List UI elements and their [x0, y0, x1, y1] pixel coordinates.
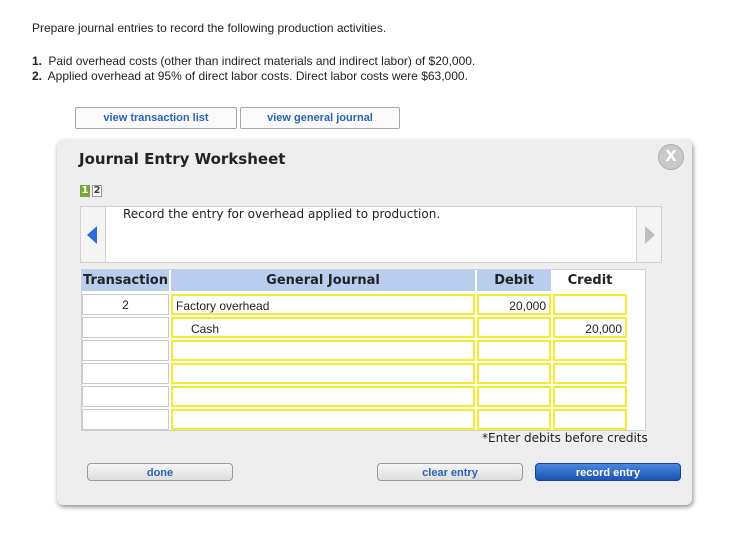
prev-entry-button[interactable]: [80, 206, 106, 263]
step-1-tab[interactable]: 1: [80, 185, 90, 197]
debits-note: *Enter debits before credits: [482, 431, 648, 445]
credit-input[interactable]: [553, 409, 627, 430]
transaction-cell: [82, 363, 169, 384]
instructions-list: 1. Paid overhead costs (other than indir…: [32, 54, 475, 84]
left-arrow-icon: [87, 226, 97, 244]
account-input[interactable]: [171, 363, 475, 384]
list-item: 1. Paid overhead costs (other than indir…: [32, 54, 476, 68]
debit-input[interactable]: [477, 409, 551, 430]
account-input[interactable]: [171, 409, 475, 430]
account-input[interactable]: Cash: [171, 317, 475, 338]
credit-input[interactable]: [553, 340, 627, 361]
journal-entry-worksheet: Journal Entry Worksheet X 1 2 Record the…: [57, 140, 692, 505]
transaction-cell: [82, 409, 169, 430]
col-header-transaction: Transaction: [82, 270, 169, 291]
worksheet-title: Journal Entry Worksheet: [79, 150, 286, 168]
credit-input[interactable]: [553, 386, 627, 407]
debit-input[interactable]: [477, 317, 551, 338]
debit-input[interactable]: [477, 340, 551, 361]
col-header-credit: Credit: [553, 270, 627, 291]
transaction-cell: [82, 317, 169, 338]
done-button[interactable]: done: [87, 463, 233, 481]
account-input[interactable]: [171, 386, 475, 407]
debit-input[interactable]: 20,000: [477, 294, 551, 315]
col-header-debit: Debit: [477, 270, 551, 291]
record-entry-button[interactable]: record entry: [535, 463, 681, 481]
col-header-general-journal: General Journal: [171, 270, 475, 291]
debit-input[interactable]: [477, 386, 551, 407]
view-general-journal-button[interactable]: view general journal: [240, 107, 400, 129]
journal-table: Transaction General Journal Debit Credit…: [81, 269, 646, 431]
list-item: 2. Applied overhead at 95% of direct lab…: [32, 69, 468, 83]
view-transaction-list-button[interactable]: view transaction list: [75, 107, 237, 129]
clear-entry-button[interactable]: clear entry: [377, 463, 523, 481]
account-input[interactable]: [171, 340, 475, 361]
credit-input[interactable]: [553, 363, 627, 384]
debit-input[interactable]: [477, 363, 551, 384]
credit-input[interactable]: [553, 294, 627, 315]
credit-input[interactable]: 20,000: [553, 317, 627, 338]
account-input[interactable]: Factory overhead: [171, 294, 475, 315]
transaction-cell: 2: [82, 294, 169, 315]
right-arrow-icon: [645, 226, 655, 244]
step-2-tab[interactable]: 2: [92, 185, 102, 197]
next-entry-button[interactable]: [636, 206, 662, 263]
transaction-cell: [82, 340, 169, 361]
instructions-intro: Prepare journal entries to record the fo…: [32, 21, 387, 35]
close-icon[interactable]: X: [658, 144, 684, 170]
transaction-cell: [82, 386, 169, 407]
entry-prompt: Record the entry for overhead applied to…: [123, 207, 441, 221]
